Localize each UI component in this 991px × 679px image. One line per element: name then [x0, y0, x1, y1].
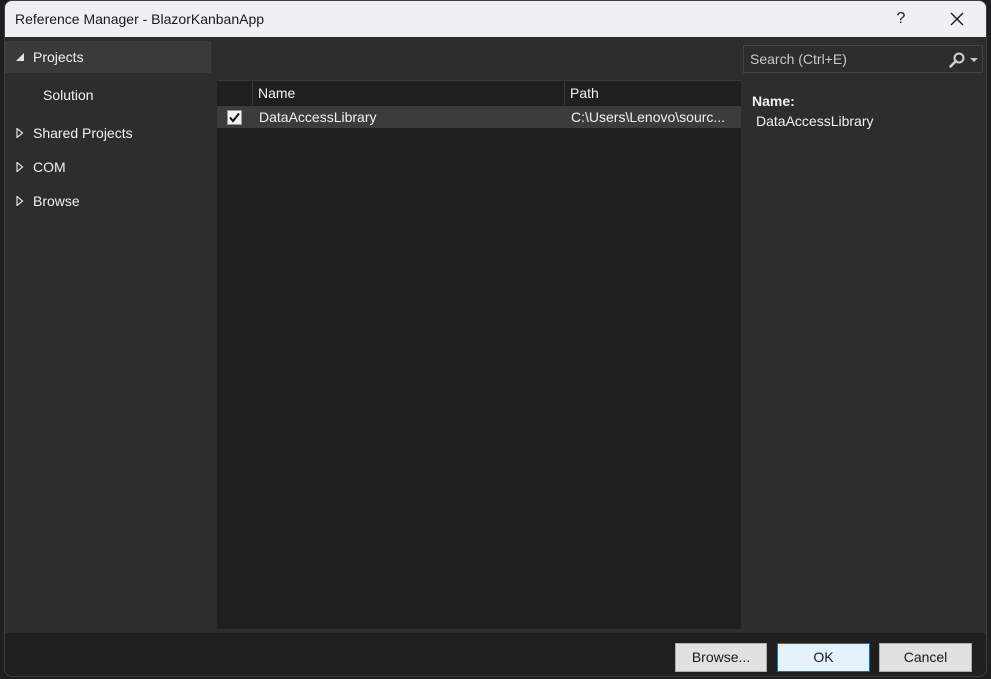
sidebar-item-label: Projects — [33, 49, 84, 65]
cancel-button[interactable]: Cancel — [879, 643, 972, 672]
details-name-label: Name: — [752, 93, 795, 109]
title-bar: Reference Manager - BlazorKanbanApp ? — [5, 1, 986, 37]
include-checkbox[interactable] — [227, 110, 242, 125]
search-box[interactable] — [743, 45, 983, 73]
column-header-name[interactable]: Name — [252, 81, 564, 105]
footer: Browse... OK Cancel — [5, 633, 986, 676]
triangle-down-icon — [16, 53, 24, 61]
sidebar-item-shared-projects[interactable]: Shared Projects — [5, 117, 211, 149]
browse-button[interactable]: Browse... — [675, 643, 767, 672]
triangle-right-icon — [16, 162, 24, 172]
sidebar-item-solution[interactable]: Solution — [5, 79, 211, 111]
search-icon[interactable] — [948, 51, 966, 69]
sidebar-item-projects[interactable]: Projects — [5, 41, 211, 73]
search-options-dropdown-icon[interactable] — [970, 58, 978, 62]
close-icon — [950, 12, 964, 26]
sidebar: Projects Solution Shared Projects COM Br… — [5, 37, 211, 633]
details-pane: Name: DataAccessLibrary — [743, 79, 986, 633]
column-header-check[interactable] — [217, 81, 252, 105]
help-button[interactable]: ? — [889, 7, 913, 31]
ok-button[interactable]: OK — [777, 643, 870, 672]
reference-manager-dialog: Reference Manager - BlazorKanbanApp ? Pr… — [4, 0, 987, 677]
sidebar-item-label: COM — [33, 159, 66, 175]
checkmark-icon — [229, 112, 240, 123]
table-row[interactable]: DataAccessLibrary C:\Users\Lenovo\sourc.… — [217, 106, 741, 128]
window-title: Reference Manager - BlazorKanbanApp — [15, 11, 265, 27]
row-path: C:\Users\Lenovo\sourc... — [571, 109, 726, 125]
triangle-right-icon — [16, 196, 24, 206]
references-grid: Name Path DataAccessLibrary C:\Users\Len… — [217, 80, 741, 629]
column-header-path[interactable]: Path — [564, 81, 741, 105]
grid-header: Name Path — [217, 81, 741, 105]
row-name: DataAccessLibrary — [259, 109, 377, 125]
triangle-right-icon — [16, 128, 24, 138]
sidebar-item-com[interactable]: COM — [5, 151, 211, 183]
close-button[interactable] — [945, 7, 969, 31]
sidebar-item-label: Solution — [43, 87, 94, 103]
sidebar-item-label: Browse — [33, 193, 80, 209]
search-input[interactable] — [744, 46, 934, 72]
top-strip — [211, 37, 741, 79]
sidebar-item-label: Shared Projects — [33, 125, 133, 141]
details-name-value: DataAccessLibrary — [756, 113, 874, 129]
sidebar-item-browse[interactable]: Browse — [5, 185, 211, 217]
